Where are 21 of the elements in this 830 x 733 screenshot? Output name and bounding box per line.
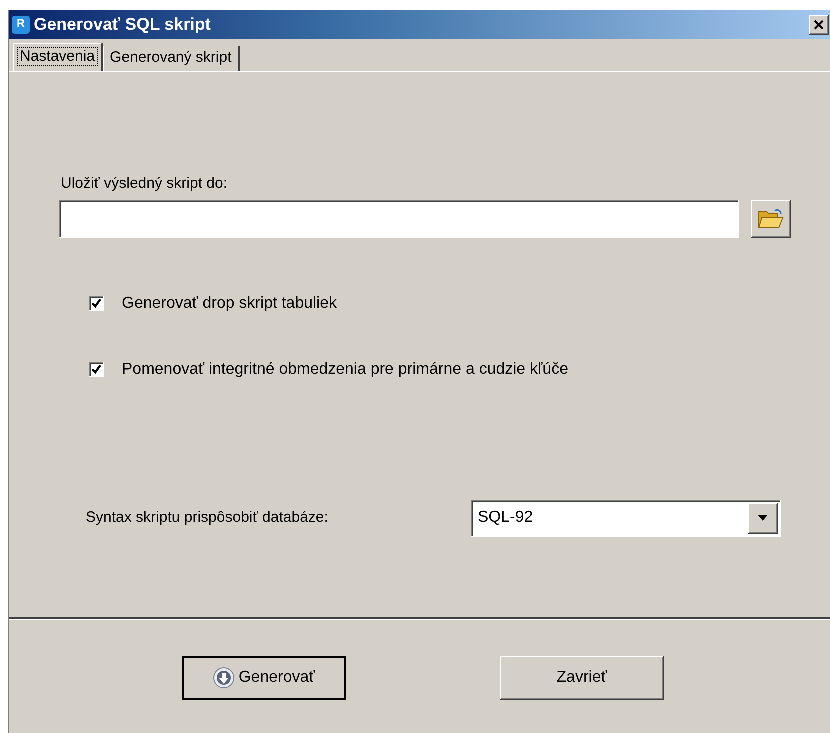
dropdown-value: SQL-92 xyxy=(478,508,534,528)
app-icon: R xyxy=(12,16,30,34)
close-button[interactable] xyxy=(809,14,829,34)
close-icon xyxy=(814,20,824,30)
tab[interactable]: Generovaný skript xyxy=(103,46,240,71)
checkbox[interactable] xyxy=(89,296,104,311)
tab[interactable]: Nastavenia xyxy=(13,43,104,71)
dialect-dropdown[interactable]: SQL-92 xyxy=(471,500,781,536)
folder-icon xyxy=(758,208,784,230)
field-label: Uložiť výsledný skript do: xyxy=(61,174,229,194)
checkbox-label: Generovať drop skript tabuliek xyxy=(122,294,337,314)
generate-button[interactable]: Generovať xyxy=(182,656,346,700)
close-dialog-button[interactable]: Zavrieť xyxy=(500,656,664,700)
dropdown-arrow-button[interactable] xyxy=(748,502,778,534)
window-title: Generovať SQL skript xyxy=(34,14,211,36)
browse-button[interactable] xyxy=(751,200,791,238)
path-input-field[interactable] xyxy=(59,200,739,238)
caret-icon xyxy=(758,515,768,521)
checkbox-label: Pomenovať integritné obmedzenia pre primárne a cudzie kľúče xyxy=(122,360,568,380)
checkbox[interactable] xyxy=(89,362,104,377)
dialect-label: Syntax skriptu prispôsobiť databáze: xyxy=(86,508,330,528)
